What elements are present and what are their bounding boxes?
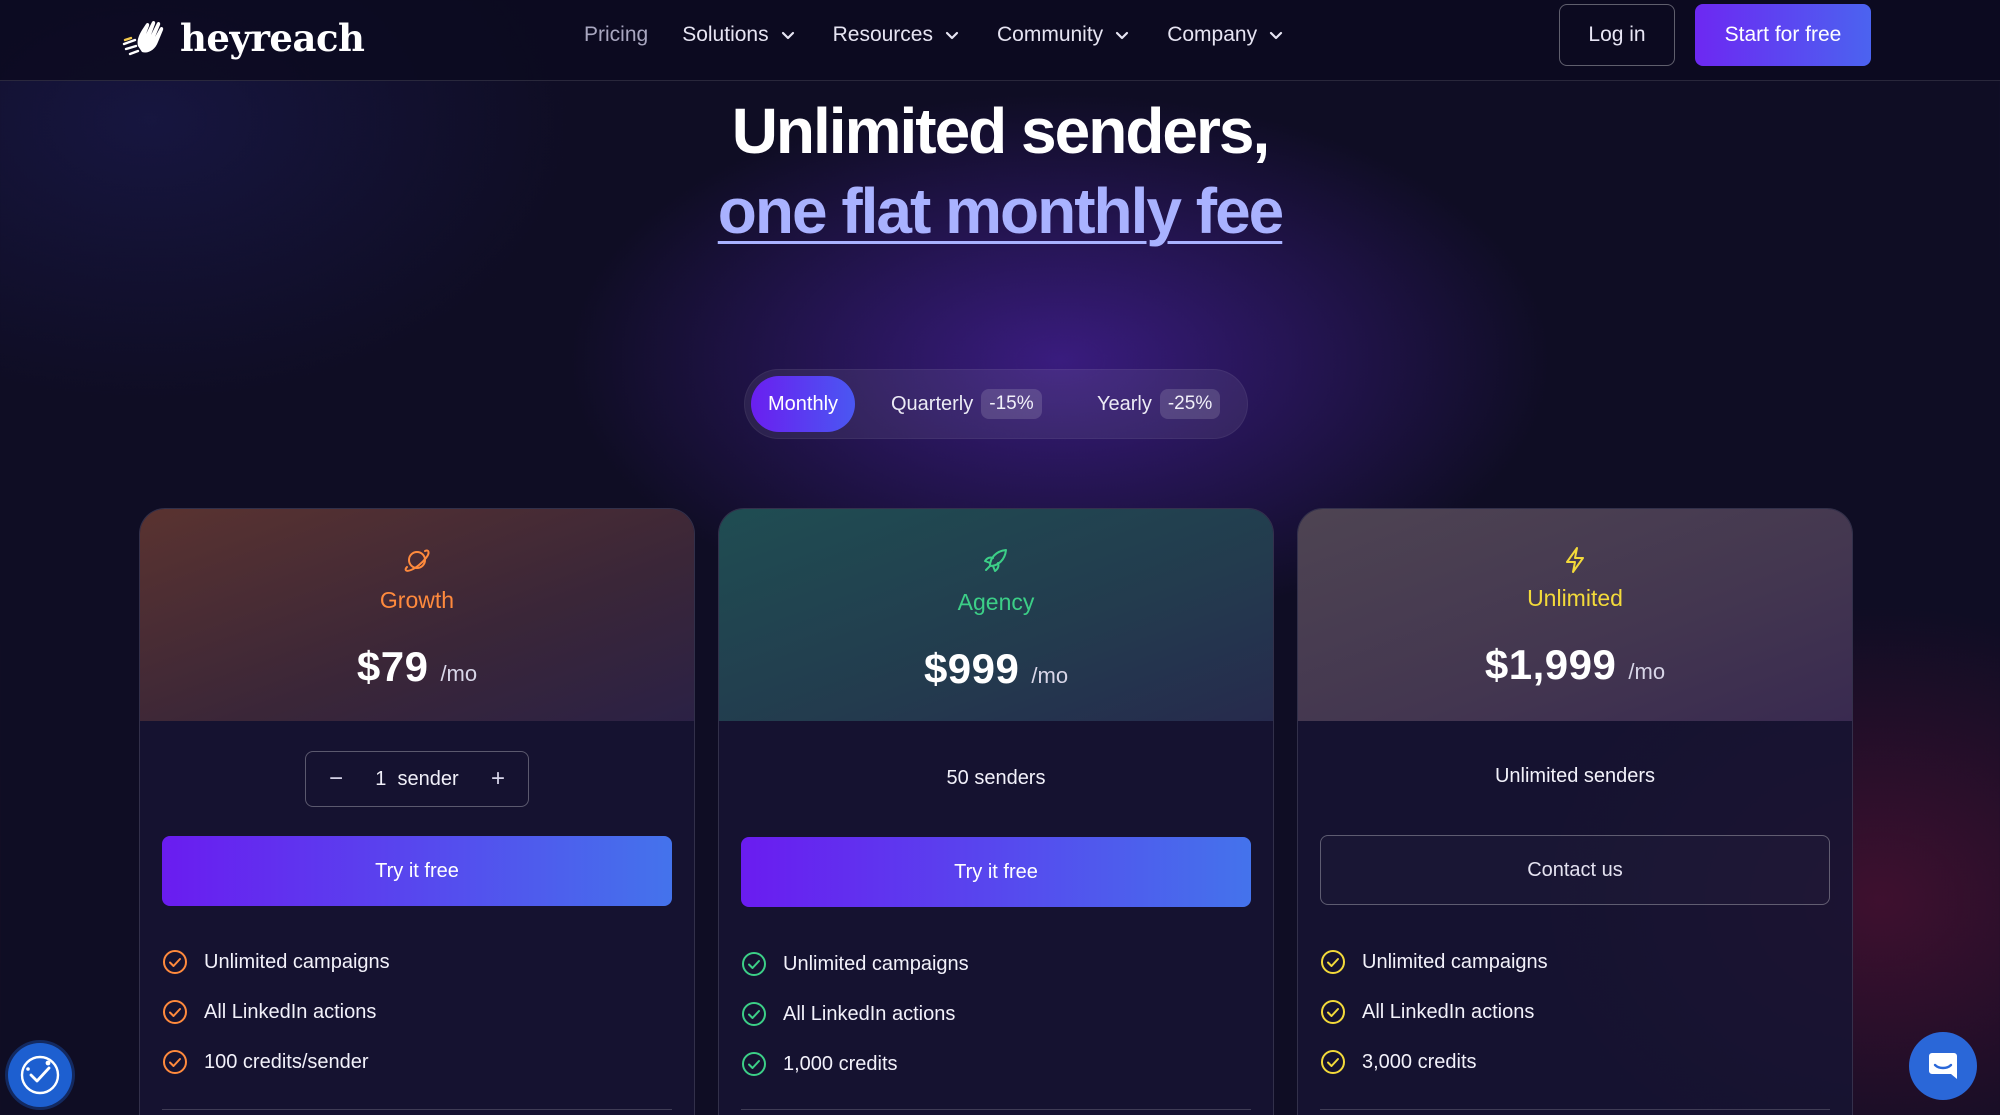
try-it-free-button[interactable]: Try it free xyxy=(162,836,672,906)
plan-name: Agency xyxy=(957,589,1035,615)
check-circle-icon xyxy=(742,1002,766,1026)
check-circle-icon xyxy=(1321,1000,1345,1024)
divider xyxy=(1320,1109,1830,1110)
hero-title: Unlimited senders, xyxy=(731,95,1271,167)
billing-period-toggle: Monthly Quarterly -15% Yearly -25% xyxy=(744,369,1248,439)
feature-label: All LinkedIn actions xyxy=(1362,1000,1535,1023)
hero-subtitle-highlight: one flat monthly fee xyxy=(717,175,1284,247)
chevron-down-icon xyxy=(945,31,959,40)
feature-list: Unlimited campaigns All LinkedIn actions… xyxy=(741,939,969,1089)
feature-item: All LinkedIn actions xyxy=(741,989,969,1039)
decrement-button[interactable]: − xyxy=(324,765,348,793)
price-period: /mo xyxy=(1031,663,1069,688)
price-row: $79 /mo xyxy=(140,643,694,691)
price-row: $999 /mo xyxy=(719,645,1273,693)
divider xyxy=(741,1109,1251,1110)
toggle-yearly-label: Yearly xyxy=(1097,392,1152,415)
feature-item: Unlimited campaigns xyxy=(162,937,390,987)
feature-item: 1,000 credits xyxy=(741,1039,969,1089)
plan-header: Unlimited $1,999 /mo xyxy=(1298,509,1852,721)
plan-header: Growth $79 /mo xyxy=(140,509,694,721)
plan-card-agency: Agency $999 /mo 50 senders Try it free U… xyxy=(718,508,1274,1115)
toggle-quarterly[interactable]: Quarterly -15% xyxy=(891,376,1042,432)
chat-launcher-button[interactable] xyxy=(1909,1032,1977,1100)
price-row: $1,999 /mo xyxy=(1298,641,1852,689)
quarterly-discount-badge: -15% xyxy=(981,389,1042,419)
price-period: /mo xyxy=(440,661,478,686)
planet-icon xyxy=(404,549,430,572)
feature-list: Unlimited campaigns All LinkedIn actions… xyxy=(1320,937,1548,1087)
feature-label: Unlimited campaigns xyxy=(1362,950,1548,973)
logo[interactable]: heyreach xyxy=(122,10,365,66)
contact-us-button[interactable]: Contact us xyxy=(1320,835,1830,905)
hero: Unlimited senders, one flat monthly fee xyxy=(0,94,2000,248)
logo-text: heyreach xyxy=(180,16,365,60)
increment-button[interactable]: + xyxy=(486,765,510,793)
plan-name: Growth xyxy=(379,587,455,613)
chevron-down-icon xyxy=(1116,31,1129,40)
nav-community[interactable]: Community xyxy=(997,23,1131,47)
feature-label: 3,000 credits xyxy=(1362,1050,1477,1073)
nav-community-label: Community xyxy=(996,23,1104,46)
nav-resources-label: Resources xyxy=(832,23,933,46)
feature-label: Unlimited campaigns xyxy=(783,952,969,975)
feature-list: Unlimited campaigns All LinkedIn actions… xyxy=(162,937,390,1087)
chevron-down-icon xyxy=(1269,31,1283,40)
start-for-free-button[interactable]: Start for free xyxy=(1695,4,1871,66)
chevron-down-icon xyxy=(781,31,794,40)
feature-label: 1,000 credits xyxy=(783,1052,898,1075)
price-period: /mo xyxy=(1628,659,1666,684)
plan-header: Agency $999 /mo xyxy=(719,509,1273,721)
chat-icon xyxy=(1929,1053,1957,1079)
feature-item: Unlimited campaigns xyxy=(741,939,969,989)
check-circle-icon xyxy=(742,1052,766,1076)
sender-count: Unlimited senders xyxy=(1494,765,1656,787)
check-circle-icon xyxy=(742,952,766,976)
divider xyxy=(162,1109,672,1110)
sender-count: 1 sender xyxy=(375,767,459,790)
nav-company-label: Company xyxy=(1167,23,1258,46)
yearly-discount-badge: -25% xyxy=(1159,389,1221,419)
sender-quantity-stepper: − 1 sender + xyxy=(305,751,529,807)
feature-label: Unlimited campaigns xyxy=(204,950,390,973)
top-navigation: heyreach Pricing Solutions Resources Com… xyxy=(0,0,2000,81)
feature-item: Unlimited campaigns xyxy=(1320,937,1548,987)
toggle-monthly[interactable]: Monthly xyxy=(751,376,855,432)
nav-company[interactable]: Company xyxy=(1167,23,1285,47)
rocket-icon xyxy=(984,549,1007,572)
lightning-icon xyxy=(1566,547,1584,573)
check-circle-icon xyxy=(163,1050,187,1074)
feature-item: 3,000 credits xyxy=(1320,1037,1548,1087)
plan-card-growth: Growth $79 /mo − 1 sender + Try it free … xyxy=(139,508,695,1115)
plan-price: $79 xyxy=(356,643,429,690)
accessibility-button[interactable] xyxy=(8,1043,72,1107)
feature-label: 100 credits/sender xyxy=(204,1050,369,1073)
nav-solutions[interactable]: Solutions xyxy=(682,23,796,47)
feature-item: 100 credits/sender xyxy=(162,1037,390,1087)
plan-price: $1,999 xyxy=(1484,641,1617,688)
feature-item: All LinkedIn actions xyxy=(1320,987,1548,1037)
login-button[interactable]: Log in xyxy=(1559,4,1675,66)
feature-label: All LinkedIn actions xyxy=(204,1000,377,1023)
nav-resources[interactable]: Resources xyxy=(833,23,961,47)
nav-solutions-label: Solutions xyxy=(682,23,769,46)
check-circle-icon xyxy=(163,950,187,974)
feature-label: All LinkedIn actions xyxy=(783,1002,956,1025)
accessibility-icon xyxy=(20,1055,60,1095)
sender-count: 50 senders xyxy=(946,767,1046,789)
toggle-yearly[interactable]: Yearly -25% xyxy=(1097,376,1221,432)
check-circle-icon xyxy=(1321,950,1345,974)
plan-price: $999 xyxy=(923,645,1020,692)
plan-name: Unlimited xyxy=(1527,585,1623,611)
nav-pricing-label: Pricing xyxy=(584,23,649,46)
nav-pricing[interactable]: Pricing xyxy=(584,23,648,47)
plan-card-unlimited: Unlimited $1,999 /mo Unlimited senders C… xyxy=(1297,508,1853,1115)
toggle-quarterly-label: Quarterly xyxy=(891,392,974,415)
check-circle-icon xyxy=(1321,1050,1345,1074)
try-it-free-button[interactable]: Try it free xyxy=(741,837,1251,907)
waving-hand-logo-icon xyxy=(122,20,164,56)
main-menu: Pricing Solutions Resources Community Co… xyxy=(584,0,1321,70)
check-circle-icon xyxy=(163,1000,187,1024)
feature-item: All LinkedIn actions xyxy=(162,987,390,1037)
